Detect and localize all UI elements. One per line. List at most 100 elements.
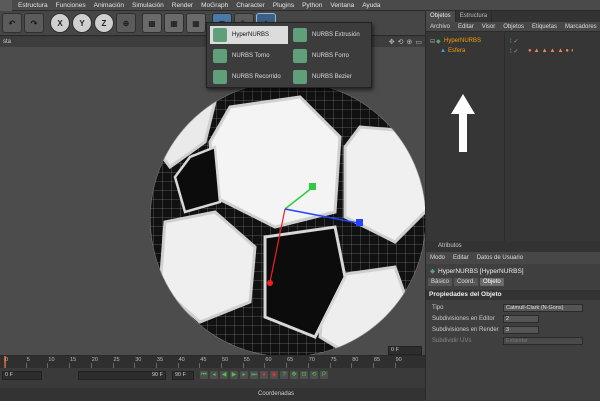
hypernurbs-icon: ◆ [436, 38, 441, 45]
list-item-esfera[interactable]: ▲ Esfera ⁞ ✓ ●▲▲▲▲●◐ [426, 46, 600, 56]
menu-marcadores[interactable]: Marcadores [561, 22, 600, 31]
prop-label: Tipo [432, 304, 444, 311]
menu-item-label: NURBS Torno [232, 53, 270, 59]
tab-coord[interactable]: Coord. [454, 278, 479, 286]
z-axis-button[interactable]: Z [94, 13, 114, 33]
tab-estructura[interactable]: Estructura [456, 11, 493, 22]
rotate-key-icon[interactable]: ⟲ [310, 371, 318, 379]
object-name[interactable]: Esfera [448, 48, 465, 54]
timeline-tick [4, 363, 5, 368]
menu-item-nurbs-torno[interactable]: NURBS Torno [213, 47, 291, 65]
timeline-tick [90, 363, 92, 368]
end-frame-field[interactable]: 90 F [78, 370, 166, 380]
render-view-icon[interactable]: ▦ [142, 13, 162, 33]
menu-item-nurbs-recorrido[interactable]: NURBS Recorrido [213, 68, 291, 86]
menu-etiquetas[interactable]: Etiquetas [528, 22, 561, 31]
menu-objetos[interactable]: Objetos [499, 22, 528, 31]
timeline-tick [25, 363, 27, 368]
coordinate-system-icon[interactable]: ⊕ [116, 13, 136, 33]
prev-frame-icon[interactable]: ◀ [220, 371, 228, 379]
prev-key-icon[interactable]: ◂ [210, 371, 218, 379]
up-arrow-annotation [451, 94, 475, 152]
menu-render[interactable]: Render [168, 0, 197, 11]
menu-mograph[interactable]: MoGraph [197, 0, 232, 11]
menu-item-label: NURBS Bezier [312, 74, 352, 80]
menu-modo[interactable]: Modo [426, 255, 449, 261]
go-end-icon[interactable]: ⏭ [250, 371, 258, 379]
attributes-title: ◆ HyperNURBS [HyperNURBS] [426, 264, 600, 278]
hypernurbs-icon [213, 28, 227, 42]
start-frame-field[interactable]: 0 F [2, 370, 42, 380]
attributes-header: Atributos [426, 241, 600, 252]
timeline-tick [286, 363, 288, 368]
preview-end-field[interactable]: 90 F [172, 370, 194, 380]
menu-item-label: NURBS Recorrido [232, 74, 281, 80]
menu-estructura[interactable]: Estructura [14, 0, 52, 11]
timeline-ruler[interactable]: 0 5 10 15 20 25 30 35 40 45 50 55 60 65 70 75 80 85 90 [0, 356, 425, 368]
sweep-nurbs-icon [213, 70, 227, 84]
list-item-hypernurbs[interactable]: ⊟ ◆ HyperNURBS ⁞ ✓ [426, 36, 600, 46]
keyframe-icon[interactable]: ? [280, 371, 288, 379]
autokey-icon[interactable]: ◉ [270, 371, 278, 379]
x-axis-button[interactable]: X [50, 13, 70, 33]
param-key-icon[interactable]: P [320, 371, 328, 379]
visibility-icon[interactable]: ⁞ ✓ [510, 38, 518, 45]
menu-datos-usuario[interactable]: Datos de Usuario [473, 255, 527, 261]
object-list[interactable]: ⊟ ◆ HyperNURBS ⁞ ✓ ▲ Esfera ⁞ ✓ ●▲▲▲▲●◐ [426, 32, 600, 244]
menu-ventana[interactable]: Ventana [326, 0, 358, 11]
menu-editar[interactable]: Editar [454, 22, 478, 31]
menu-editar-attr[interactable]: Editar [449, 255, 473, 261]
menu-funciones[interactable]: Funciones [52, 0, 90, 11]
menu-item-nurbs-extrusion[interactable]: NURBS Extrusión [293, 26, 371, 44]
coordinates-panel-header: Coordenadas [0, 388, 425, 401]
play-icon[interactable]: ▶ [230, 371, 238, 379]
menu-item-hypernurbs[interactable]: HyperNURBS [210, 26, 288, 44]
record-icon[interactable]: ● [260, 371, 268, 379]
y-axis-button[interactable]: Y [72, 13, 92, 33]
current-frame-field[interactable]: 0 F [388, 346, 422, 355]
prop-sub-editor: Subdivisiones en Editor 2 [426, 313, 600, 324]
prop-label: Subdividir UVs [432, 337, 472, 344]
undo-icon[interactable]: ↶ [2, 13, 22, 33]
sub-uvs-dropdown[interactable]: Estándar [503, 336, 583, 345]
object-name[interactable]: HyperNURBS [444, 38, 481, 44]
menu-item-nurbs-bezier[interactable]: NURBS Bezier [293, 68, 371, 86]
prop-tipo: Tipo Catmull-Clark (N-Gons) [426, 302, 600, 313]
tab-objeto[interactable]: Objeto [480, 278, 504, 286]
sub-render-field[interactable]: 3 [503, 325, 539, 334]
menu-archivo[interactable]: Archivo [426, 22, 454, 31]
menu-plugins[interactable]: Plugins [269, 0, 298, 11]
tab-objetos[interactable]: Objetos [426, 11, 456, 22]
render-picture-viewer-icon[interactable]: ▦ [164, 13, 184, 33]
next-frame-icon[interactable]: ▸ [240, 371, 248, 379]
timeline-tick [264, 363, 266, 368]
timeline-tick-label: 70 [308, 357, 315, 363]
timeline-tick [155, 363, 157, 368]
prop-label: Subdivisiones en Render [432, 326, 499, 333]
visibility-icon[interactable]: ⁞ ✓ [510, 48, 518, 55]
prop-sub-render: Subdivisiones en Render 3 [426, 324, 600, 335]
object-manager-menu: Archivo Editar Visor Objetos Etiquetas M… [426, 22, 600, 32]
menu-animacion[interactable]: Animación [90, 0, 128, 11]
menu-visor[interactable]: Visor [478, 22, 500, 31]
menu-item-nurbs-forro[interactable]: NURBS Forro [293, 47, 371, 65]
render-settings-icon[interactable]: ▦ [186, 13, 206, 33]
menu-character[interactable]: Character [232, 0, 269, 11]
sub-editor-field[interactable]: 2 [503, 314, 539, 323]
move-key-icon[interactable]: ✥ [290, 371, 298, 379]
timeline-tick-label: 45 [200, 357, 207, 363]
menu-item-label: HyperNURBS [232, 32, 270, 38]
scale-key-icon[interactable]: ⊡ [300, 371, 308, 379]
menu-ayuda[interactable]: Ayuda [358, 0, 384, 11]
redo-icon[interactable]: ↷ [24, 13, 44, 33]
timeline-tick-label: 0 [5, 357, 9, 363]
tag-icons[interactable]: ●▲▲▲▲●◐ [528, 48, 577, 54]
timeline-tick [47, 363, 49, 368]
prop-sub-uvs: Subdividir UVs Estándar [426, 335, 600, 346]
tab-basico[interactable]: Básico [428, 278, 453, 286]
go-start-icon[interactable]: ⏮ [200, 371, 208, 379]
menu-simulacion[interactable]: Simulación [128, 0, 168, 11]
playback-controls: 0 F 90 F 90 F ⏮ ◂ ◀ ▶ ▸ ⏭ ● ◉ ? ✥ ⊡ ⟲ P [0, 369, 425, 381]
menu-python[interactable]: Python [298, 0, 326, 11]
tipo-dropdown[interactable]: Catmull-Clark (N-Gons) [503, 303, 583, 312]
